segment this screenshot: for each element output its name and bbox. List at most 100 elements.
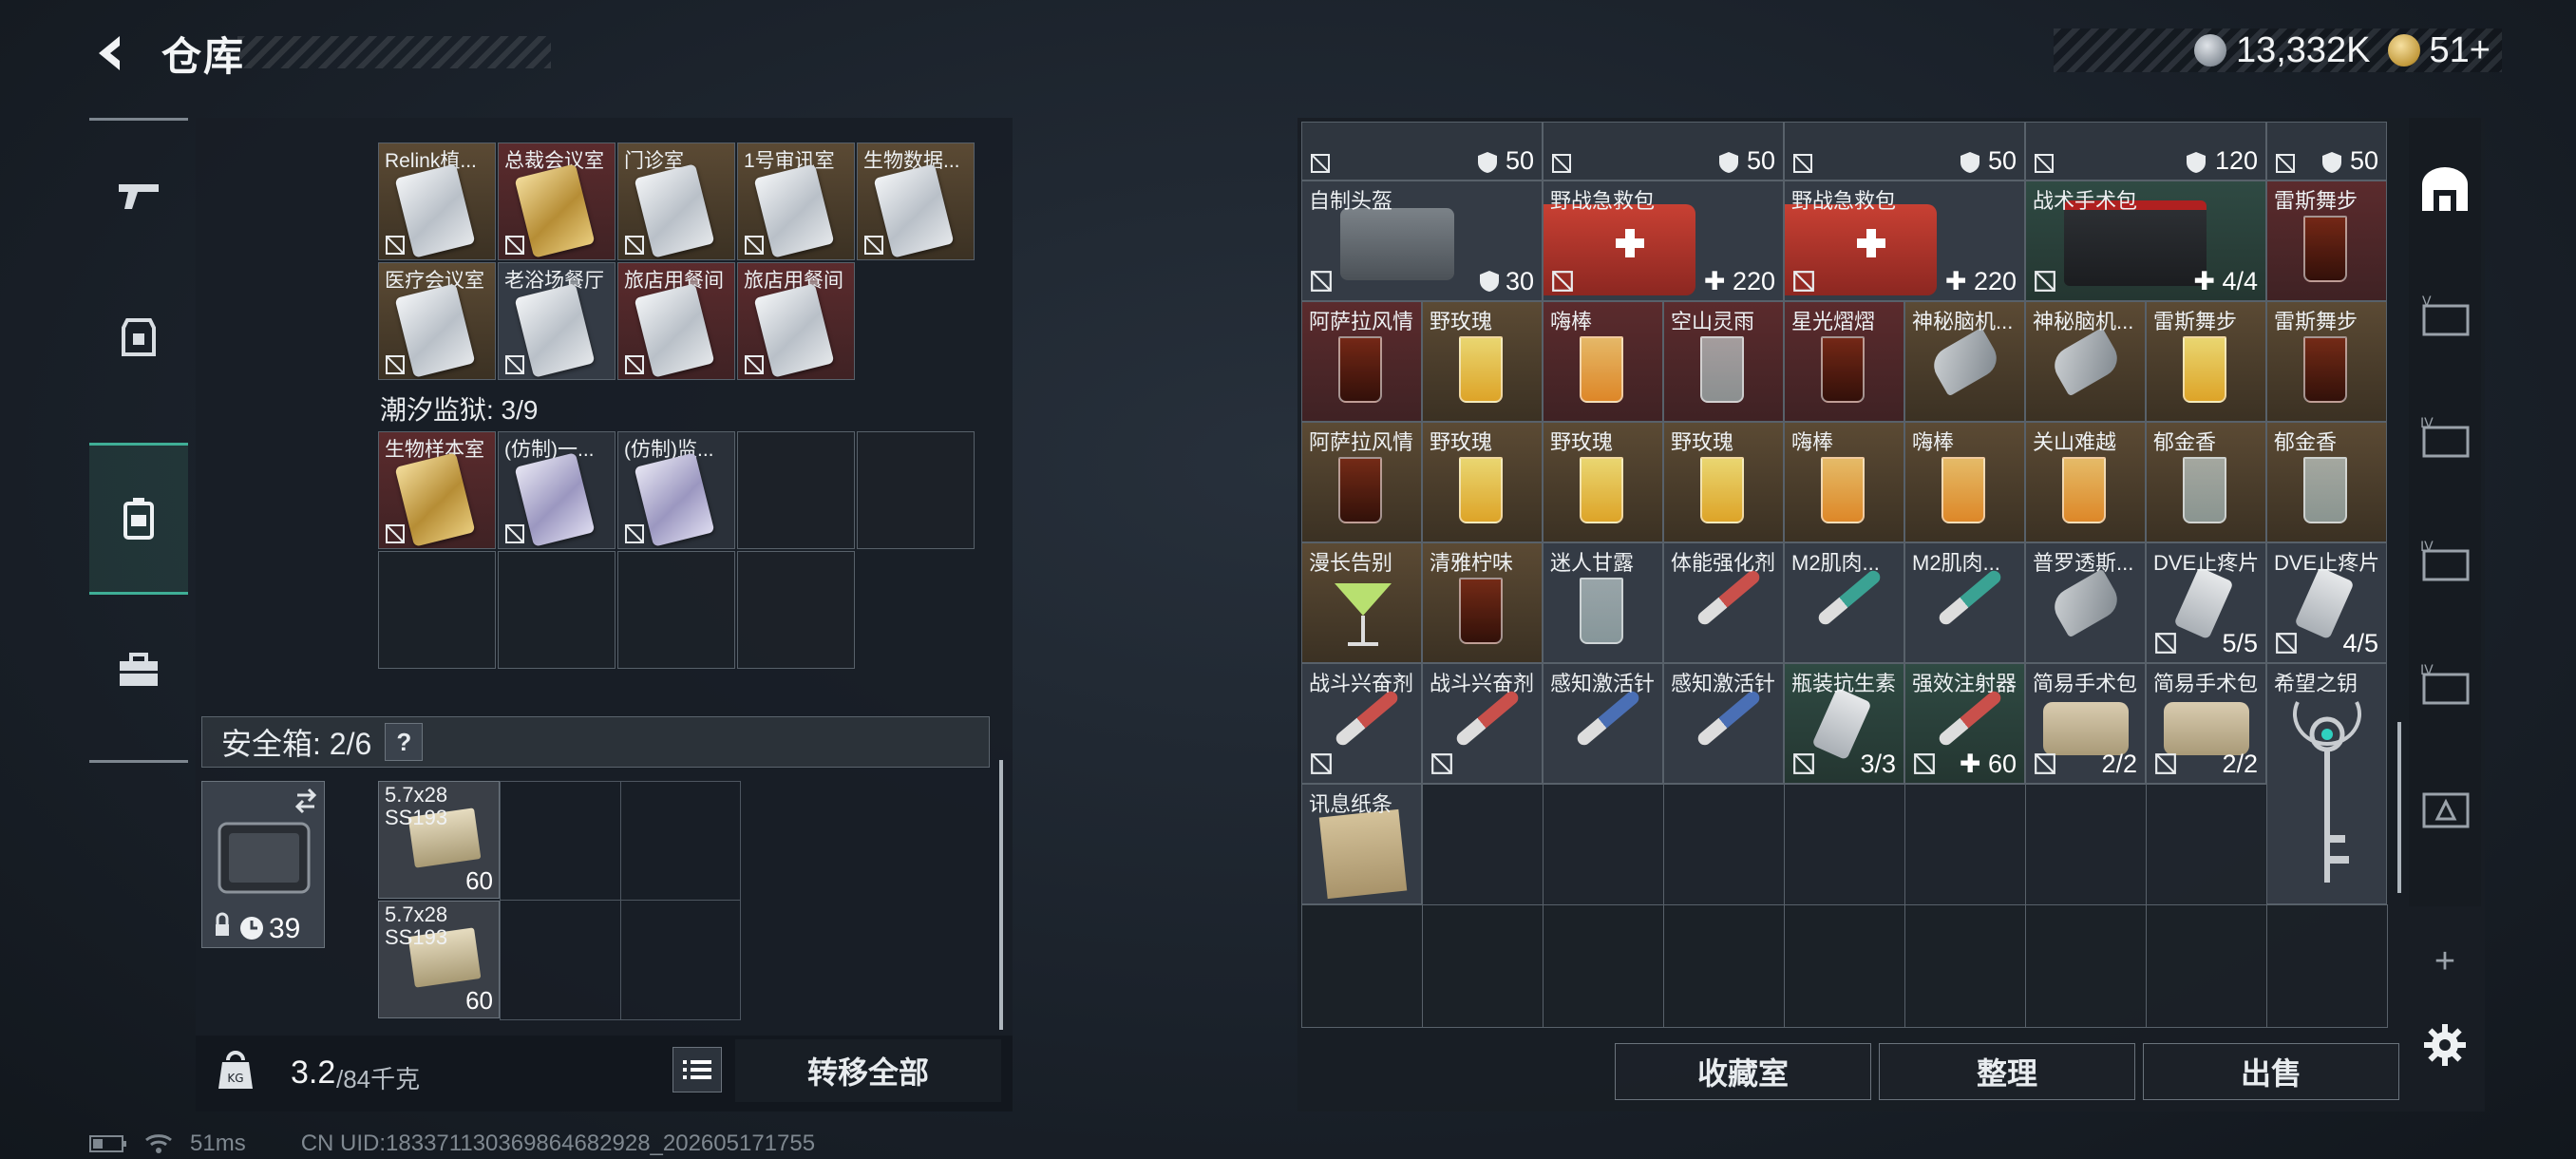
- stash-item-slot[interactable]: 强效注射器 ✚ 60: [1904, 663, 2025, 784]
- nav-case-iv[interactable]: IV: [2409, 393, 2481, 484]
- nav-case-warning[interactable]: [2409, 764, 2481, 855]
- stash-item-slot[interactable]: 普罗透斯...: [2025, 542, 2146, 663]
- safe-box-case[interactable]: 39天: [201, 781, 325, 948]
- stash-slot-partial[interactable]: 50: [1543, 122, 1784, 180]
- empty-slot[interactable]: [1543, 784, 1664, 905]
- nav-weapons[interactable]: [89, 146, 188, 245]
- transfer-all-button[interactable]: 转移全部: [735, 1039, 1001, 1102]
- keycard-slot[interactable]: 旅店用餐间: [617, 262, 735, 380]
- list-view-button[interactable]: [672, 1047, 722, 1092]
- stash-item-slot[interactable]: 讯息纸条: [1301, 784, 1422, 904]
- keycard-slot[interactable]: (仿制)一...: [498, 431, 616, 549]
- empty-slot[interactable]: [1663, 904, 1785, 1028]
- nav-case-v[interactable]: V: [2409, 272, 2481, 363]
- stash-item-slot[interactable]: 神秘脑机...: [2025, 301, 2146, 422]
- stash-item-slot[interactable]: 野战急救包 ✚ 220: [1543, 180, 1784, 301]
- keycard-slot[interactable]: 生物样本室: [378, 431, 496, 549]
- nav-briefcase[interactable]: [89, 621, 188, 720]
- sell-button[interactable]: 出售: [2143, 1043, 2399, 1100]
- empty-slot[interactable]: [857, 431, 975, 549]
- empty-slot[interactable]: [1543, 904, 1664, 1028]
- stash-item-slot[interactable]: 嗨棒: [1784, 422, 1904, 542]
- stash-item-slot[interactable]: 清雅柠味: [1422, 542, 1543, 663]
- nav-case-iv-3[interactable]: IV: [2409, 640, 2481, 732]
- stash-slot-partial[interactable]: 120: [2025, 122, 2266, 180]
- stash-item-slot[interactable]: 战术手术包 ✚ 4/4: [2025, 180, 2266, 301]
- stash-item-slot[interactable]: 星光熠熠: [1784, 301, 1904, 422]
- stash-item-slot[interactable]: 希望之钥: [2266, 663, 2387, 904]
- empty-slot[interactable]: [1904, 904, 2026, 1028]
- stash-slot-partial[interactable]: 50: [1784, 122, 2025, 180]
- stash-item-slot[interactable]: 嗨棒: [1904, 422, 2025, 542]
- stash-item-slot[interactable]: 体能强化剂: [1663, 542, 1784, 663]
- empty-slot[interactable]: [498, 551, 616, 669]
- stash-item-slot[interactable]: M2肌肉...: [1904, 542, 2025, 663]
- empty-slot[interactable]: [2025, 784, 2147, 905]
- keycard-slot[interactable]: 老浴场餐厅: [498, 262, 616, 380]
- stash-item-slot[interactable]: 空山灵雨: [1663, 301, 1784, 422]
- nav-case-iv-2[interactable]: IV: [2409, 517, 2481, 608]
- empty-slot[interactable]: [1784, 784, 1905, 905]
- stash-item-slot[interactable]: 野玫瑰: [1422, 422, 1543, 542]
- stash-item-slot[interactable]: 简易手术包 2/2: [2025, 663, 2146, 784]
- stash-item-slot[interactable]: 战斗兴奋剂: [1301, 663, 1422, 784]
- empty-slot[interactable]: [617, 551, 735, 669]
- stash-item-slot[interactable]: 阿萨拉风情: [1301, 301, 1422, 422]
- stash-slot-partial[interactable]: 50: [2266, 122, 2387, 180]
- nav-safehouse[interactable]: [2409, 144, 2481, 236]
- stash-item-slot[interactable]: 郁金香: [2146, 422, 2266, 542]
- stash-item-slot[interactable]: 简易手术包 2/2: [2146, 663, 2266, 784]
- ammo-slot[interactable]: 5.7x28 SS193 60: [378, 781, 500, 899]
- stash-item-slot[interactable]: 野战急救包 ✚ 220: [1784, 180, 2025, 301]
- back-button[interactable]: [87, 28, 137, 78]
- stash-item-slot[interactable]: 感知激活针: [1543, 663, 1663, 784]
- keycard-slot[interactable]: 1号审讯室: [737, 142, 855, 260]
- empty-slot[interactable]: [2266, 904, 2388, 1028]
- keycard-slot[interactable]: 旅店用餐间: [737, 262, 855, 380]
- empty-slot[interactable]: [2025, 904, 2147, 1028]
- empty-slot[interactable]: [378, 551, 496, 669]
- empty-slot[interactable]: [1301, 904, 1423, 1028]
- ammo-slot[interactable]: 5.7x28 SS193 60: [378, 901, 500, 1018]
- stash-item-slot[interactable]: 漫长告别: [1301, 542, 1422, 663]
- empty-slot[interactable]: [1663, 784, 1785, 905]
- stash-item-slot[interactable]: 野玫瑰: [1543, 422, 1663, 542]
- stash-item-slot[interactable]: DVE止疼片 5/5: [2146, 542, 2266, 663]
- empty-slot[interactable]: [737, 551, 855, 669]
- add-icon[interactable]: +: [2424, 940, 2466, 982]
- stash-item-slot[interactable]: 瓶装抗生素 3/3: [1784, 663, 1904, 784]
- stash-item-slot[interactable]: 野玫瑰: [1422, 301, 1543, 422]
- silver-currency[interactable]: 13,332K: [2193, 30, 2371, 71]
- stash-item-slot[interactable]: 阿萨拉风情: [1301, 422, 1422, 542]
- stash-item-slot[interactable]: 神秘脑机...: [1904, 301, 2025, 422]
- stash-item-slot[interactable]: 战斗兴奋剂: [1422, 663, 1543, 784]
- stash-item-slot[interactable]: 雷斯舞步: [2266, 180, 2387, 301]
- empty-slot[interactable]: [1784, 904, 1905, 1028]
- empty-slot[interactable]: [1422, 784, 1544, 905]
- keycard-slot[interactable]: 总裁会议室: [498, 142, 616, 260]
- stash-item-slot[interactable]: 雷斯舞步: [2146, 301, 2266, 422]
- empty-slot[interactable]: [1422, 904, 1544, 1028]
- empty-slot[interactable]: [737, 431, 855, 549]
- stash-item-slot[interactable]: 感知激活针: [1663, 663, 1784, 784]
- stash-item-slot[interactable]: 迷人甘露: [1543, 542, 1663, 663]
- sort-button[interactable]: 整理: [1879, 1043, 2135, 1100]
- stash-item-slot[interactable]: 野玫瑰: [1663, 422, 1784, 542]
- nav-armor[interactable]: [89, 289, 188, 388]
- settings-button[interactable]: [2422, 1022, 2468, 1068]
- nav-backpack[interactable]: [89, 443, 188, 595]
- gold-currency[interactable]: 51+: [2387, 30, 2491, 71]
- stash-slot-partial[interactable]: 50: [1301, 122, 1543, 180]
- stash-item-slot[interactable]: DVE止疼片 4/5: [2266, 542, 2387, 663]
- stash-item-slot[interactable]: 关山难越: [2025, 422, 2146, 542]
- keycard-slot[interactable]: 医疗会议室: [378, 262, 496, 380]
- keycard-slot[interactable]: Relink植...: [378, 142, 496, 260]
- stash-item-slot[interactable]: 郁金香: [2266, 422, 2387, 542]
- empty-slot[interactable]: [1904, 784, 2026, 905]
- keycard-slot[interactable]: 门诊室: [617, 142, 735, 260]
- stash-item-slot[interactable]: 嗨棒: [1543, 301, 1663, 422]
- empty-slot[interactable]: [2146, 784, 2267, 905]
- help-button[interactable]: ?: [385, 723, 424, 761]
- empty-slot[interactable]: [2146, 904, 2267, 1028]
- collection-room-button[interactable]: 收藏室: [1615, 1043, 1871, 1100]
